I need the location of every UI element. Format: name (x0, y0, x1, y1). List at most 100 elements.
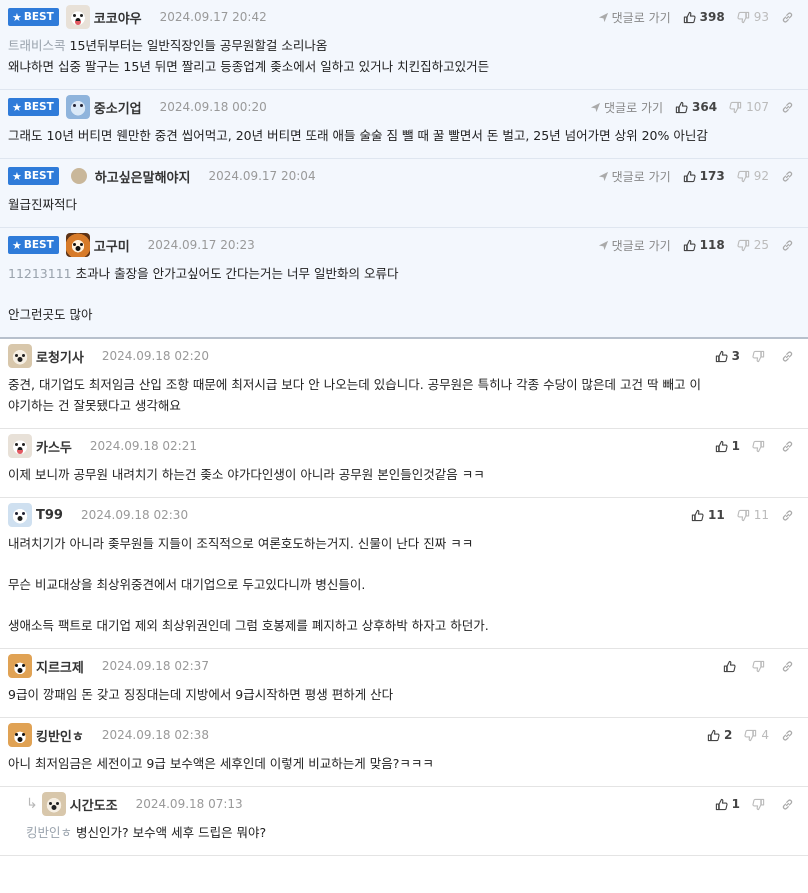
link-button[interactable] (781, 101, 798, 114)
avatar[interactable] (65, 95, 90, 119)
best-comment: ★ BEST 고구미 2024.09.17 20:23 댓글로 가기 118 25… (0, 228, 808, 339)
nickname[interactable]: 하고싶은말해야지 (95, 167, 191, 186)
thumbs-up-icon (675, 101, 688, 113)
upvote-button[interactable]: 1 (715, 439, 740, 453)
link-icon (782, 441, 793, 451)
downvote-button[interactable]: 11 (737, 508, 769, 522)
downvote-button[interactable] (752, 660, 769, 673)
nickname[interactable]: 고구미 (94, 236, 130, 255)
avatar[interactable] (41, 792, 66, 816)
nickname[interactable]: 시간도조 (70, 795, 118, 814)
comment-date: 2024.09.18 00:20 (159, 100, 267, 114)
avatar[interactable] (70, 168, 87, 184)
avatar[interactable] (65, 233, 90, 257)
avatar[interactable] (8, 654, 32, 678)
downvote-button[interactable]: 92 (737, 169, 769, 183)
thumbs-down-icon (737, 239, 749, 251)
upvote-button[interactable]: 3 (715, 349, 740, 363)
nickname[interactable]: 킹반인ㅎ (36, 726, 84, 745)
mention[interactable]: 트래비스콕 (8, 38, 66, 53)
go-to-reply-link[interactable]: 댓글로 가기 (598, 237, 671, 254)
downvote-button[interactable]: 25 (737, 238, 769, 252)
comment: 지르크제 2024.09.18 02:37 9급이 깡패임 돈 갖고 징징대는데… (0, 649, 808, 718)
downvote-button[interactable]: 107 (729, 100, 769, 114)
downvote-button[interactable]: 93 (737, 10, 769, 24)
avatar[interactable] (8, 503, 32, 527)
link-button[interactable] (781, 798, 798, 811)
nickname[interactable]: 코코야우 (94, 8, 142, 27)
comment-body: 9급이 깡패임 돈 갖고 징징대는데 지방에서 9급시작하면 평생 편하게 산다 (8, 687, 394, 702)
best-comment: ★ BEST 중소기업 2024.09.18 00:20 댓글로 가기 364 1… (0, 90, 808, 159)
downvote-button[interactable] (752, 798, 769, 811)
comment-date: 2024.09.18 02:20 (101, 349, 209, 363)
downvote-button[interactable]: 4 (744, 728, 769, 742)
upvote-button[interactable]: 11 (691, 508, 725, 522)
comment-date: 2024.09.18 02:30 (80, 508, 189, 522)
nickname[interactable]: 로청기사 (36, 347, 84, 366)
link-button[interactable] (781, 11, 798, 24)
upvote-button[interactable]: 118 (683, 238, 725, 252)
upvote-button[interactable]: 364 (675, 100, 717, 114)
comment-body: 월급진짜적다 (8, 197, 78, 212)
comment-body: 11213111 초과나 출장을 안가고싶어도 간다는거는 너무 일반화의 오류다… (8, 266, 399, 322)
avatar[interactable] (65, 5, 90, 29)
go-to-reply-link[interactable]: 댓글로 가기 (598, 168, 671, 185)
mention[interactable]: 킹반인ㅎ (26, 825, 72, 840)
upvote-button[interactable]: 173 (683, 169, 725, 183)
downvote-button[interactable] (752, 440, 769, 453)
link-icon (782, 799, 793, 809)
upvote-button[interactable]: 1 (715, 797, 740, 811)
best-comment: ★ BEST 코코야우 2024.09.17 20:42 댓글로 가기 398 9… (0, 0, 808, 90)
go-to-reply-link[interactable]: 댓글로 가기 (590, 99, 663, 116)
comment-body: 트래비스콕 15년뒤부터는 일반직장인들 공무원할걸 소리나옴 왜냐하면 십중 팔… (8, 38, 490, 74)
comment-date: 2024.09.17 20:23 (147, 238, 255, 252)
link-button[interactable] (781, 729, 798, 742)
best-badge: ★ BEST (8, 8, 59, 26)
send-icon (598, 171, 608, 181)
send-icon (598, 12, 608, 22)
link-icon (782, 510, 793, 520)
nickname[interactable]: 지르크제 (36, 657, 84, 676)
link-button[interactable] (781, 350, 798, 363)
comment-body: 그래도 10년 버티면 웬만한 중견 씹어먹고, 20년 버티면 또래 애들 술… (8, 128, 708, 143)
link-icon (782, 240, 793, 250)
upvote-button[interactable]: 398 (683, 10, 725, 24)
comment: 로청기사 2024.09.18 02:20 3 중견, 대기업도 최저임금 산입… (0, 339, 808, 429)
downvote-button[interactable] (752, 350, 769, 363)
go-to-reply-link[interactable]: 댓글로 가기 (598, 9, 671, 26)
comment: T99 2024.09.18 02:30 11 11 내려치기가 아니라 좆무원… (0, 498, 808, 649)
avatar[interactable] (8, 434, 32, 458)
link-button[interactable] (781, 509, 798, 522)
nickname[interactable]: T99 (36, 508, 63, 523)
thumbs-up-icon (691, 509, 704, 521)
comment-body: 아니 최저임금은 세전이고 9급 보수액은 세후인데 이렇게 비교하는게 맞음?… (8, 756, 434, 771)
thumbs-up-icon (683, 239, 696, 251)
upvote-button[interactable] (723, 660, 740, 673)
best-badge: ★ BEST (8, 236, 59, 254)
nickname[interactable]: 중소기업 (94, 98, 142, 117)
comment-date: 2024.09.18 07:13 (135, 797, 243, 811)
comment-body: 중견, 대기업도 최저임금 산입 조항 때문에 최저시급 보다 안 나오는데 있… (8, 377, 701, 413)
best-badge: ★ BEST (8, 98, 59, 116)
thumbs-up-icon (683, 11, 696, 23)
comment-list: ★ BEST 코코야우 2024.09.17 20:42 댓글로 가기 398 9… (0, 0, 808, 856)
comment-date: 2024.09.18 02:38 (101, 728, 209, 742)
thumbs-down-icon (752, 440, 765, 452)
comment-body: 킹반인ㅎ 병신인가? 보수액 세후 드립은 뭐야? (26, 825, 267, 840)
link-button[interactable] (781, 660, 798, 673)
avatar[interactable] (8, 723, 32, 747)
link-icon (782, 102, 793, 112)
star-icon: ★ (12, 100, 22, 114)
link-button[interactable] (781, 239, 798, 252)
thumbs-up-icon (723, 660, 736, 672)
link-button[interactable] (781, 440, 798, 453)
thumbs-up-icon (707, 729, 720, 741)
avatar[interactable] (8, 344, 32, 368)
comment: 카스두 2024.09.18 02:21 1 이제 보니까 공무원 내려치기 하… (0, 429, 808, 498)
comment-date: 2024.09.18 02:37 (101, 659, 209, 673)
nickname[interactable]: 카스두 (36, 437, 72, 456)
mention[interactable]: 11213111 (8, 266, 72, 281)
link-button[interactable] (781, 170, 798, 183)
upvote-button[interactable]: 2 (707, 728, 732, 742)
send-icon (590, 102, 601, 112)
